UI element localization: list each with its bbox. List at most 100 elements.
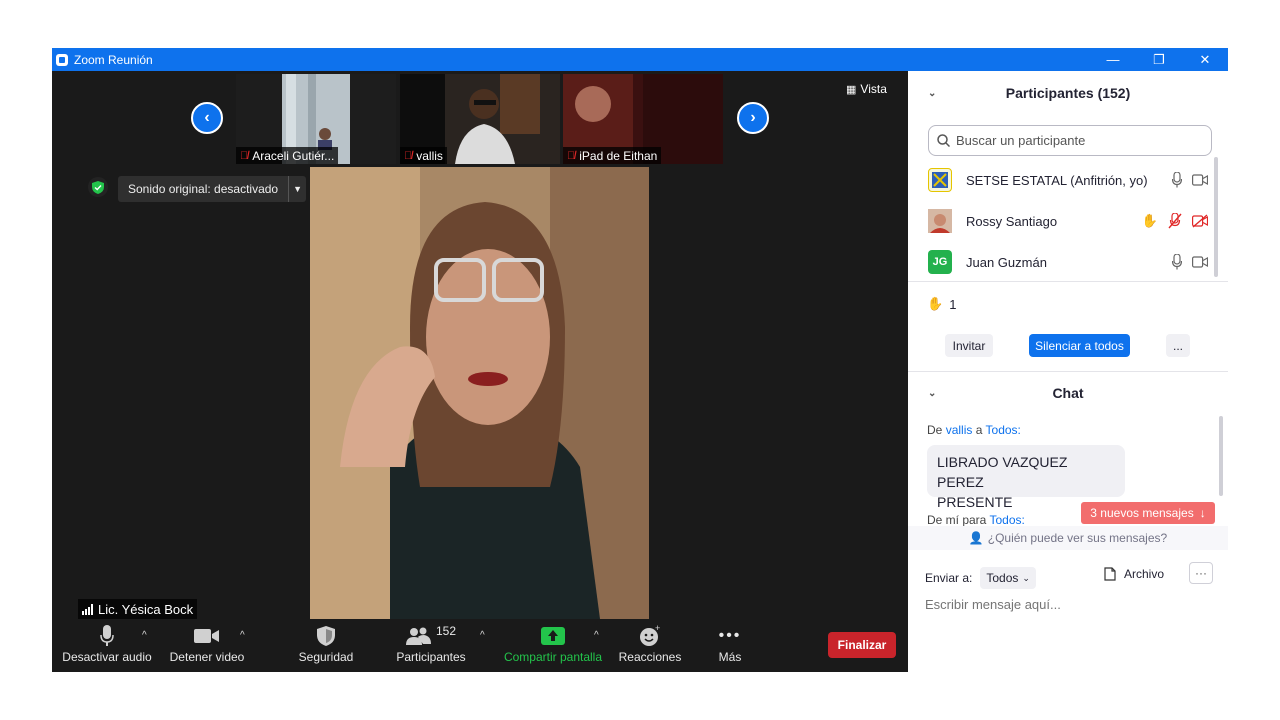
microphone-icon bbox=[62, 622, 152, 650]
speaker-name-label: Lic. Yésica Bock bbox=[78, 599, 198, 619]
mute-all-button[interactable]: Silenciar a todos bbox=[1029, 334, 1130, 357]
participants-scrollbar[interactable] bbox=[1214, 157, 1218, 277]
meeting-toolbar: Desactivar audio ^ Detener video ^ Segur… bbox=[52, 622, 908, 672]
speaker-name: Lic. Yésica Bock bbox=[98, 601, 194, 617]
send-to-select[interactable]: Todos ⌄ bbox=[980, 567, 1036, 589]
mic-muted-icon: 🎙̸ bbox=[240, 149, 249, 162]
chat-more-button[interactable]: ··· bbox=[1189, 562, 1213, 584]
chat-title: Chat bbox=[1052, 385, 1084, 401]
speaker-video-image bbox=[310, 167, 649, 619]
window-title: Zoom Reunión bbox=[74, 52, 153, 67]
chevron-down-icon: ⌄ bbox=[1022, 572, 1030, 583]
video-camera-icon[interactable] bbox=[1192, 174, 1208, 186]
participant-search[interactable]: Buscar un participante bbox=[928, 125, 1212, 156]
file-button[interactable]: Archivo bbox=[1104, 567, 1164, 581]
mute-audio-label: Desactivar audio bbox=[62, 650, 152, 664]
mic-muted-icon[interactable] bbox=[1168, 213, 1182, 229]
participants-count: 152 bbox=[435, 624, 457, 638]
share-screen-icon bbox=[502, 622, 604, 650]
encryption-shield-icon[interactable] bbox=[88, 177, 108, 197]
participants-header: ⌄ Participantes (152) bbox=[908, 83, 1228, 103]
side-panel: ⌄ Participantes (152) Buscar un particip… bbox=[908, 71, 1228, 672]
microphone-icon[interactable] bbox=[1172, 254, 1182, 270]
raised-hand-icon: ✋ bbox=[927, 296, 944, 311]
chat-scrollbar[interactable] bbox=[1219, 416, 1223, 496]
close-button[interactable]: ✕ bbox=[1182, 48, 1228, 71]
participant-row[interactable]: JG Juan Guzmán bbox=[928, 248, 1208, 276]
microphone-icon[interactable] bbox=[1172, 172, 1182, 188]
gallery-next-button[interactable]: › bbox=[737, 102, 769, 134]
video-thumb-vallis[interactable]: 🎙̸ vallis bbox=[400, 74, 560, 164]
avatar bbox=[928, 168, 952, 192]
view-label: Vista bbox=[860, 82, 887, 96]
reactions-button[interactable]: + Reacciones bbox=[617, 622, 683, 664]
participants-icon: 152 bbox=[392, 622, 470, 650]
mute-audio-button[interactable]: Desactivar audio bbox=[62, 622, 152, 664]
participants-options-chevron-icon[interactable]: ^ bbox=[480, 630, 485, 641]
security-label: Seguridad bbox=[298, 650, 354, 664]
thumb-name-label: 🎙̸ vallis bbox=[400, 147, 447, 164]
svg-text:+: + bbox=[655, 625, 660, 633]
search-icon bbox=[937, 134, 950, 147]
invite-button[interactable]: Invitar bbox=[945, 334, 993, 357]
thumb-name-label: 🎙̸ iPad de Eithan bbox=[563, 147, 662, 164]
video-camera-icon[interactable] bbox=[1192, 256, 1208, 268]
original-sound-label: Sonido original: desactivado bbox=[128, 182, 279, 196]
collapse-chevron-icon[interactable]: ⌄ bbox=[928, 388, 936, 399]
chevron-right-icon: › bbox=[750, 109, 756, 126]
divider bbox=[908, 371, 1228, 372]
raised-hand-icon: ✋ bbox=[1141, 213, 1158, 228]
send-to-control: Enviar a: Todos ⌄ bbox=[925, 567, 1036, 589]
new-messages-button[interactable]: 3 nuevos mensajes ↓ bbox=[1081, 502, 1215, 524]
participants-button[interactable]: 152 Participantes bbox=[392, 622, 470, 664]
share-screen-button[interactable]: Compartir pantalla bbox=[502, 622, 604, 664]
video-thumb-ipad-eithan[interactable]: 🎙̸ iPad de Eithan bbox=[563, 74, 723, 164]
view-button[interactable]: ▦ Vista bbox=[846, 82, 887, 96]
original-sound-toggle[interactable]: Sonido original: desactivado ▼ bbox=[118, 176, 307, 202]
collapse-chevron-icon[interactable]: ⌄ bbox=[928, 88, 936, 99]
raised-hands-summary: ✋ 1 bbox=[927, 296, 956, 312]
participant-name: Juan Guzmán bbox=[966, 254, 1047, 270]
recipient-link[interactable]: Todos: bbox=[986, 423, 1021, 437]
participants-title: Participantes (152) bbox=[1005, 85, 1131, 101]
chevron-down-icon[interactable]: ▼ bbox=[288, 176, 306, 202]
security-button[interactable]: Seguridad bbox=[292, 622, 360, 664]
participants-more-button[interactable]: ... bbox=[1166, 334, 1190, 357]
thumb-name-label: 🎙̸ Araceli Gutiér... bbox=[236, 147, 339, 164]
participants-label: Participantes bbox=[396, 650, 466, 664]
recipient-link[interactable]: Todos: bbox=[989, 513, 1024, 527]
more-label: Más bbox=[718, 650, 742, 664]
participant-name: Araceli Gutiér... bbox=[252, 148, 335, 163]
emoji-reaction-icon: + bbox=[617, 622, 683, 650]
file-icon bbox=[1104, 567, 1116, 581]
chevron-left-icon: ‹ bbox=[204, 109, 210, 126]
end-meeting-button[interactable]: Finalizar bbox=[828, 632, 896, 658]
sender-link[interactable]: vallis bbox=[946, 423, 973, 437]
chat-message-bubble[interactable]: LIBRADO VAZQUEZ PEREZ PRESENTE bbox=[927, 445, 1125, 510]
signal-strength-icon bbox=[82, 603, 93, 615]
audio-options-chevron-icon[interactable]: ^ bbox=[142, 630, 147, 641]
share-options-chevron-icon[interactable]: ^ bbox=[594, 630, 599, 641]
divider bbox=[908, 281, 1228, 282]
participant-row[interactable]: Rossy Santiago ✋ bbox=[928, 207, 1208, 235]
gallery-prev-button[interactable]: ‹ bbox=[191, 102, 223, 134]
grid-icon: ▦ bbox=[846, 83, 857, 96]
who-can-see-link[interactable]: 👤 ¿Quién puede ver sus mensajes? bbox=[908, 526, 1228, 550]
chat-message-input[interactable] bbox=[925, 594, 1211, 614]
participant-name: vallis bbox=[416, 148, 443, 163]
video-options-chevron-icon[interactable]: ^ bbox=[240, 630, 245, 641]
minimize-button[interactable]: — bbox=[1090, 48, 1136, 71]
shield-icon bbox=[292, 622, 360, 650]
participant-row[interactable]: SETSE ESTATAL (Anfitrión, yo) bbox=[928, 166, 1208, 194]
stop-video-button[interactable]: Detener video bbox=[167, 622, 247, 664]
raised-hands-count: 1 bbox=[949, 296, 957, 312]
avatar: JG bbox=[928, 250, 952, 274]
video-camera-icon bbox=[167, 622, 247, 650]
reactions-label: Reacciones bbox=[618, 650, 682, 664]
more-button[interactable]: ••• Más bbox=[706, 622, 754, 664]
title-bar: Zoom Reunión — ❐ ✕ bbox=[52, 48, 1228, 71]
video-off-icon[interactable] bbox=[1192, 214, 1208, 228]
video-thumb-araceli[interactable]: 🎙̸ Araceli Gutiér... bbox=[236, 74, 396, 164]
restore-button[interactable]: ❐ bbox=[1136, 48, 1182, 71]
search-placeholder: Buscar un participante bbox=[956, 133, 1086, 148]
